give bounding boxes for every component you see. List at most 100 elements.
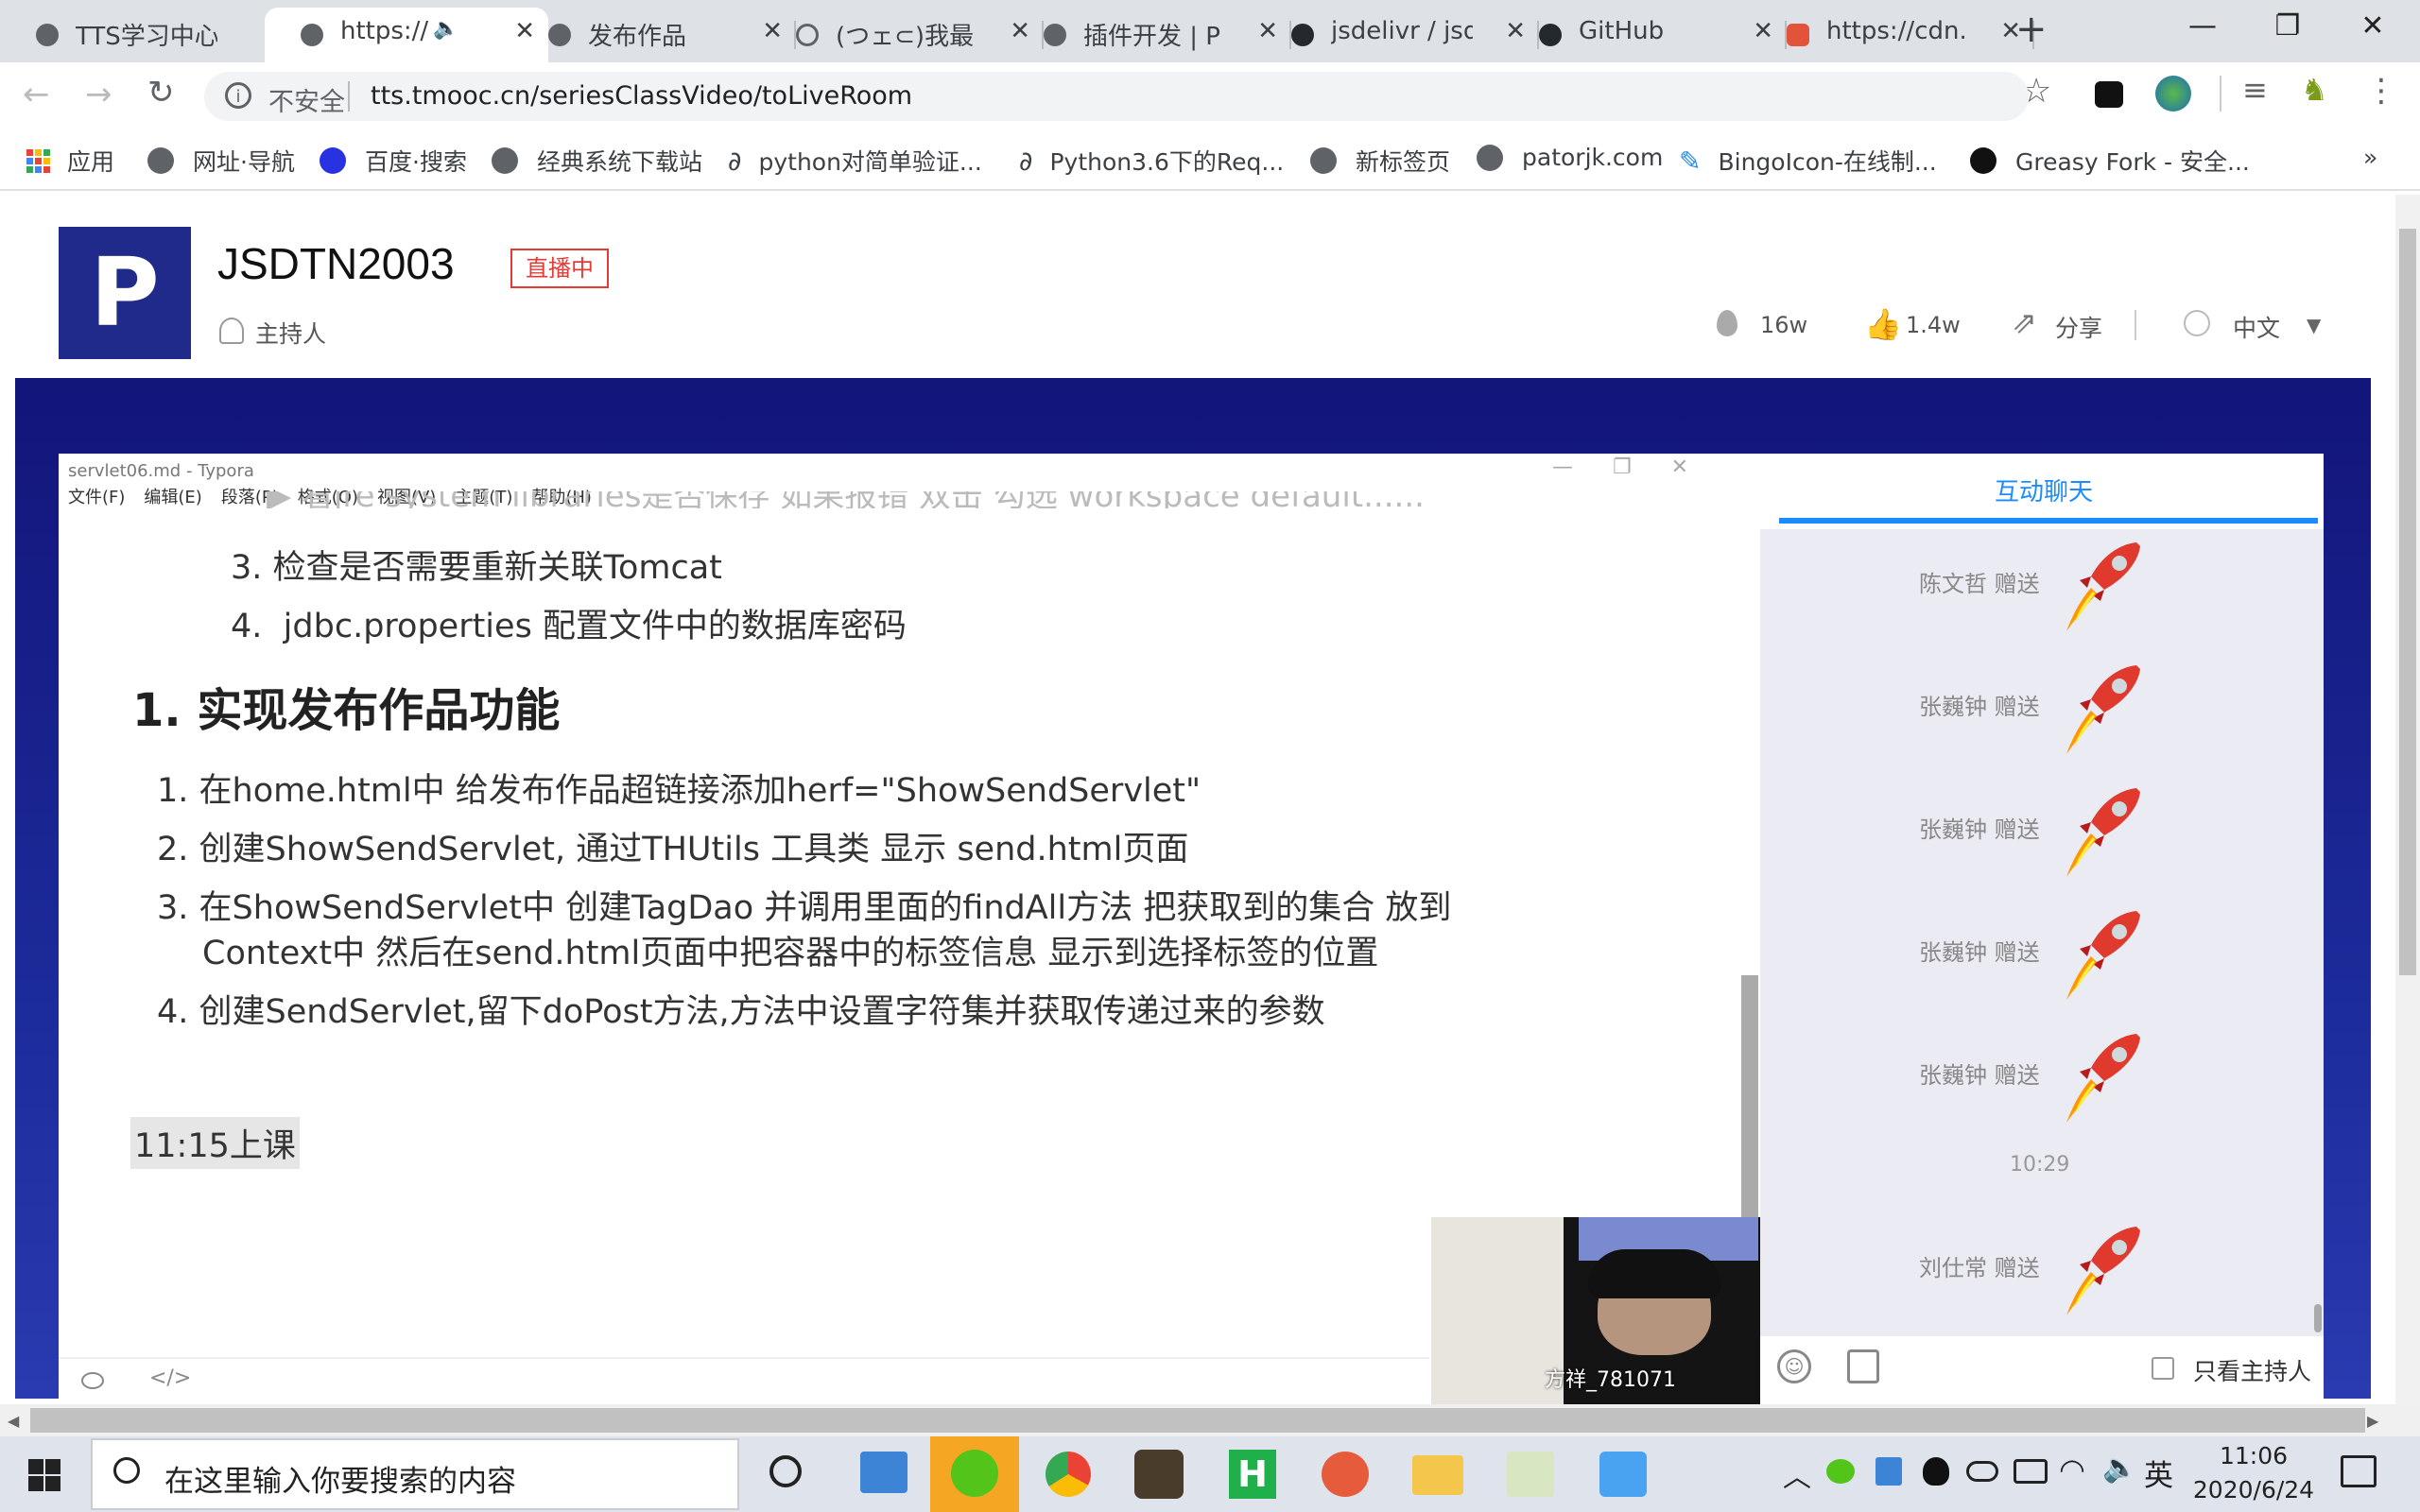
- wechat-app-icon: [951, 1450, 998, 1497]
- host-label[interactable]: 主持人: [255, 316, 326, 350]
- browser-tab[interactable]: jsdelivr / jsd ✕: [1255, 8, 1539, 62]
- ime-indicator[interactable]: 英: [2144, 1452, 2173, 1494]
- host-only-checkbox[interactable]: [2152, 1357, 2174, 1380]
- hbuilder-icon[interactable]: H: [1229, 1450, 1276, 1499]
- eclipse-ide-icon[interactable]: [1134, 1450, 1184, 1499]
- chat-message: 张巍钟 赠送: [1760, 652, 2324, 765]
- info-icon[interactable]: i: [225, 82, 251, 109]
- extension-globe-icon[interactable]: [2155, 76, 2191, 112]
- bookmark-item[interactable]: Greasy Fork - 安全...: [1970, 144, 2250, 178]
- scroll-left-icon[interactable]: ◀: [8, 1412, 19, 1430]
- like-icon[interactable]: 👍: [1864, 306, 1902, 342]
- address-bar[interactable]: i 不安全 tts.tmooc.cn/seriesClassVideo/toLi…: [204, 72, 2029, 121]
- wifi-icon[interactable]: ◠: [2059, 1452, 2085, 1487]
- volume-icon[interactable]: 🔈: [2102, 1452, 2137, 1485]
- taskbar-search[interactable]: 在这里输入你要搜索的内容: [91, 1438, 739, 1510]
- media-control-icon[interactable]: ≡: [2242, 72, 2268, 108]
- browser-tab-active[interactable]: https:// 🔈 ✕: [265, 8, 548, 62]
- bookmark-item[interactable]: patorjk.com: [1477, 144, 1663, 171]
- clock-time[interactable]: 11:06: [2197, 1442, 2310, 1469]
- taskbar-app-active[interactable]: [930, 1436, 1019, 1512]
- windows-start-icon[interactable]: [28, 1459, 60, 1491]
- greasy-icon: [1970, 147, 1996, 174]
- globe-icon: [1310, 147, 1337, 174]
- bookmark-item[interactable]: 网址·导航: [147, 144, 295, 178]
- scroll-right-icon[interactable]: ▶: [2367, 1412, 2378, 1430]
- bookmark-item[interactable]: 百度·搜索: [320, 144, 467, 178]
- url-text[interactable]: tts.tmooc.cn/seriesClassVideo/toLiveRoom: [371, 81, 912, 111]
- notification-icon[interactable]: [2341, 1455, 2377, 1487]
- battery-icon[interactable]: [2014, 1459, 2048, 1484]
- security-label[interactable]: 不安全: [268, 81, 345, 118]
- share-button[interactable]: 分享: [2055, 310, 2102, 344]
- menu-item: 文件(F): [68, 488, 126, 507]
- host-only-label[interactable]: 只看主持人: [2193, 1353, 2311, 1387]
- forward-button[interactable]: →: [85, 76, 112, 113]
- profile-icon[interactable]: ♞: [2301, 72, 2328, 108]
- tab-chat[interactable]: 互动聊天: [1995, 472, 2093, 507]
- snail-app-icon[interactable]: [1322, 1452, 1369, 1497]
- minimize-button[interactable]: —: [2165, 6, 2240, 47]
- chat-message: 刘仕常 赠送: [1760, 1213, 2324, 1327]
- bookmark-item[interactable]: 经典系统下载站: [492, 144, 702, 178]
- like-count: 1.4w: [1906, 312, 1961, 338]
- extension-icon[interactable]: [2095, 81, 2123, 108]
- partial-line: ▶ 看jre system libraries是否保存 如果报错 双击 勾选 w…: [267, 491, 1647, 508]
- notepad-app-icon[interactable]: [1507, 1452, 1554, 1497]
- scrollbar-thumb[interactable]: [30, 1408, 2365, 1433]
- site-logo[interactable]: P: [59, 227, 191, 359]
- close-window-button[interactable]: ✕: [2335, 6, 2411, 47]
- share-icon[interactable]: ⇗: [2012, 304, 2037, 340]
- tray-expand-icon[interactable]: ︿: [1783, 1453, 1811, 1495]
- chat-panel: 互动聊天 陈文哲 赠送 张巍钟 赠送 张巍钟 赠送 张巍钟 赠送 张巍钟 赠送 …: [1760, 454, 2324, 1404]
- rocket-gift-icon: [2066, 1227, 2140, 1315]
- task-view-icon[interactable]: [769, 1455, 802, 1487]
- github-icon: [1539, 24, 1562, 46]
- scrollbar-thumb[interactable]: [2399, 229, 2416, 975]
- browser-tab[interactable]: (つェ⊂)我最 ✕: [760, 8, 1044, 62]
- bookmark-item[interactable]: 应用: [26, 144, 114, 178]
- browser-tab[interactable]: TTS学习中心 ✕: [0, 8, 301, 62]
- chat-scrollbar[interactable]: [2314, 1304, 2322, 1332]
- bookmark-item[interactable]: ∂ python对简单验证...: [728, 144, 982, 178]
- language-select[interactable]: 中文: [2233, 310, 2280, 344]
- bookmark-item[interactable]: ∂ Python3.6下的Req...: [1019, 144, 1284, 178]
- emoji-icon[interactable]: ☺: [1777, 1349, 1811, 1383]
- browser-tab[interactable]: 插件开发 | P ✕: [1008, 8, 1291, 62]
- clock-date[interactable]: 2020/6/24: [2189, 1476, 2318, 1503]
- step-item-cont: Context中 然后在send.html页面中把容器中的标签信息 显示到选择标…: [202, 935, 1379, 972]
- maximize-button[interactable]: ❐: [2250, 6, 2325, 47]
- qq-icon[interactable]: [1923, 1457, 1949, 1486]
- globe-icon: [2184, 310, 2210, 336]
- globe-icon: [1044, 24, 1066, 46]
- browser-tab[interactable]: https://cdn. ✕: [1751, 8, 2034, 62]
- blue-app-icon[interactable]: [1599, 1452, 1647, 1497]
- swirl-icon: [796, 24, 819, 46]
- audio-icon[interactable]: 🔈: [433, 17, 458, 41]
- chevron-down-icon[interactable]: ▼: [2307, 314, 2321, 336]
- browser-tab[interactable]: GitHub ✕: [1503, 8, 1787, 62]
- wechat-tray-icon[interactable]: [1826, 1459, 1855, 1484]
- reload-button[interactable]: ↻: [147, 74, 175, 112]
- horizontal-scrollbar[interactable]: ◀ ▶: [0, 1404, 2392, 1436]
- bookmark-item[interactable]: 新标签页: [1310, 144, 1450, 178]
- page-scrollbar[interactable]: [2395, 195, 2420, 1404]
- bookmark-item[interactable]: ✎ BingoIcon-在线制...: [1679, 144, 1937, 178]
- webcam-video[interactable]: 方祥_781071: [1431, 1217, 1760, 1404]
- cloud-icon[interactable]: [1966, 1461, 1998, 1482]
- folder-icon[interactable]: [1412, 1455, 1463, 1495]
- bookmarks-bar: 应用 网址·导航 百度·搜索 经典系统下载站 ∂ python对简单验证... ∂…: [0, 130, 2420, 191]
- tab-underline: [1779, 518, 2318, 524]
- notepad-icon[interactable]: [1847, 1349, 1879, 1383]
- computer-icon[interactable]: [860, 1452, 908, 1493]
- chat-message: 张巍钟 赠送: [1760, 775, 2324, 888]
- new-tab-button[interactable]: +: [2015, 8, 2048, 51]
- globe-icon: [492, 147, 518, 174]
- bookmarks-more[interactable]: »: [2363, 144, 2377, 171]
- menu-icon[interactable]: ⋮: [2365, 72, 2397, 110]
- tilde-icon: ∂: [1019, 145, 1033, 177]
- tray-app-icon[interactable]: [1876, 1457, 1902, 1486]
- back-button[interactable]: ←: [23, 76, 50, 113]
- browser-tab[interactable]: 发布作品 ✕: [512, 8, 796, 62]
- chrome-icon[interactable]: [1046, 1452, 1091, 1497]
